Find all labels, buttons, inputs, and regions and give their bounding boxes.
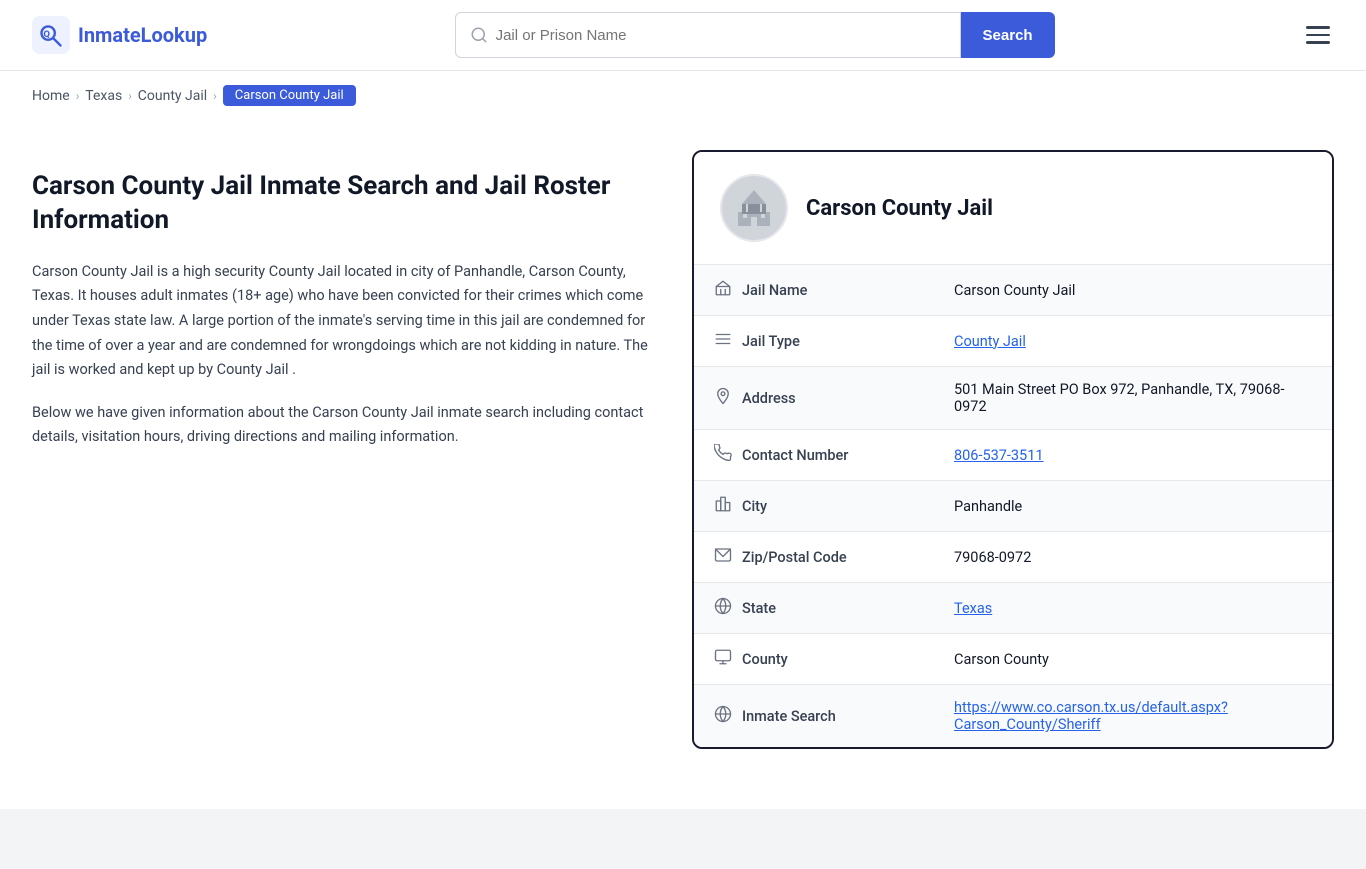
field-label-jail-type: Jail Type (714, 330, 914, 352)
value-text-jail-name: Carson County Jail (954, 282, 1075, 299)
field-value-jail-type: County Jail (934, 316, 1332, 367)
field-value-county: Carson County (934, 634, 1332, 685)
info-table: Jail Name Carson County Jail Jail Type C… (694, 265, 1332, 747)
field-label-zip: Zip/Postal Code (714, 546, 914, 568)
logo-link[interactable]: Q InmateLookup (32, 16, 207, 54)
value-link-jail-type[interactable]: County Jail (954, 333, 1026, 350)
value-text-county: Carson County (954, 651, 1049, 668)
field-icon-county (714, 648, 732, 670)
table-row: State Texas (694, 583, 1332, 634)
field-value-jail-name: Carson County Jail (934, 265, 1332, 316)
breadcrumb-chevron-3: › (213, 89, 217, 103)
jail-building-icon (728, 182, 780, 234)
logo-icon: Q (32, 16, 70, 54)
table-row: City Panhandle (694, 481, 1332, 532)
breadcrumb-home[interactable]: Home (32, 88, 70, 104)
field-icon-inmate-search (714, 705, 732, 727)
value-text-address: 501 Main Street PO Box 972, Panhandle, T… (954, 381, 1284, 415)
field-value-address: 501 Main Street PO Box 972, Panhandle, T… (934, 367, 1332, 430)
value-text-zip: 79068-0972 (954, 549, 1031, 566)
jail-avatar (720, 174, 788, 242)
field-icon-address (714, 387, 732, 409)
table-row: Contact Number 806-537-3511 (694, 430, 1332, 481)
site-header: Q InmateLookup Search (0, 0, 1366, 71)
value-text-city: Panhandle (954, 498, 1022, 515)
breadcrumb-current: Carson County Jail (223, 85, 356, 106)
field-label-inmate-search: Inmate Search (714, 705, 914, 727)
left-panel: Carson County Jail Inmate Search and Jai… (32, 150, 652, 749)
description-1: Carson County Jail is a high security Co… (32, 260, 652, 383)
search-icon (470, 26, 488, 44)
footer-strip (0, 809, 1366, 869)
info-card: Carson County Jail Jail Name Carson Coun… (692, 150, 1334, 749)
field-label-address: Address (714, 387, 914, 409)
breadcrumb-chevron-2: › (128, 89, 132, 103)
field-icon-state (714, 597, 732, 619)
field-icon-city (714, 495, 732, 517)
field-value-inmate-search: https://www.co.carson.tx.us/default.aspx… (934, 685, 1332, 748)
search-bar: Search (455, 12, 1055, 58)
field-icon-jail-name (714, 279, 732, 301)
field-label-contact: Contact Number (714, 444, 914, 466)
search-button[interactable]: Search (961, 12, 1055, 58)
field-label-county: County (714, 648, 914, 670)
field-icon-contact (714, 444, 732, 466)
table-row: Jail Name Carson County Jail (694, 265, 1332, 316)
search-input[interactable] (496, 27, 946, 44)
breadcrumb: Home › Texas › County Jail › Carson Coun… (0, 71, 1366, 120)
hamburger-line-1 (1306, 26, 1330, 29)
field-icon-zip (714, 546, 732, 568)
description-2: Below we have given information about th… (32, 401, 652, 450)
card-header: Carson County Jail (694, 152, 1332, 265)
table-row: Zip/Postal Code 79068-0972 (694, 532, 1332, 583)
field-value-zip: 79068-0972 (934, 532, 1332, 583)
field-value-contact: 806-537-3511 (934, 430, 1332, 481)
breadcrumb-county-jail[interactable]: County Jail (138, 88, 207, 104)
logo-text: InmateLookup (78, 23, 207, 47)
breadcrumb-chevron-1: › (76, 89, 80, 103)
table-row: County Carson County (694, 634, 1332, 685)
hamburger-line-2 (1306, 34, 1330, 37)
table-row: Inmate Search https://www.co.carson.tx.u… (694, 685, 1332, 748)
value-link-inmate-search[interactable]: https://www.co.carson.tx.us/default.aspx… (954, 699, 1228, 733)
field-label-jail-name: Jail Name (714, 279, 914, 301)
value-link-contact[interactable]: 806-537-3511 (954, 447, 1044, 464)
field-label-city: City (714, 495, 914, 517)
value-link-state[interactable]: Texas (954, 600, 992, 617)
table-row: Address 501 Main Street PO Box 972, Panh… (694, 367, 1332, 430)
field-icon-jail-type (714, 330, 732, 352)
search-input-wrap (455, 12, 961, 58)
field-value-city: Panhandle (934, 481, 1332, 532)
card-title: Carson County Jail (806, 196, 993, 221)
breadcrumb-texas[interactable]: Texas (85, 88, 122, 104)
main-content: Carson County Jail Inmate Search and Jai… (0, 120, 1366, 809)
table-row: Jail Type County Jail (694, 316, 1332, 367)
field-value-state: Texas (934, 583, 1332, 634)
hamburger-line-3 (1306, 41, 1330, 44)
right-panel: Carson County Jail Jail Name Carson Coun… (692, 150, 1334, 749)
field-label-state: State (714, 597, 914, 619)
svg-text:Q: Q (43, 29, 50, 40)
menu-button[interactable] (1302, 22, 1334, 48)
page-title: Carson County Jail Inmate Search and Jai… (32, 170, 652, 238)
